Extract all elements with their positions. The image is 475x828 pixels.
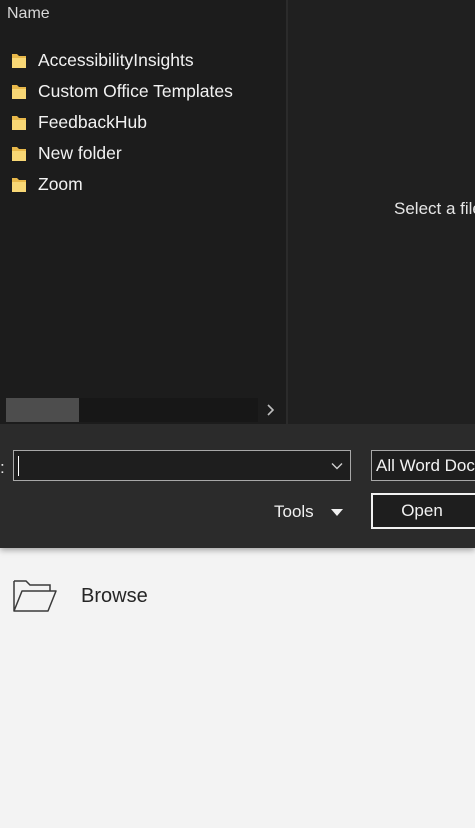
list-item[interactable]: Zoom <box>0 169 286 200</box>
filename-input[interactable] <box>13 450 351 481</box>
scrollbar-thumb[interactable] <box>6 398 79 422</box>
open-file-dialog: Name AccessibilityInsights Custom Office… <box>0 0 475 548</box>
column-header-name[interactable]: Name <box>7 5 50 23</box>
folder-icon <box>11 145 27 163</box>
text-caret <box>18 456 19 476</box>
list-item-label: FeedbackHub <box>38 112 147 132</box>
file-type-select[interactable]: All Word Documents <box>371 450 475 481</box>
tools-menu-button[interactable]: Tools <box>274 502 343 522</box>
list-item-label: Custom Office Templates <box>38 81 233 101</box>
preview-message: Select a file <box>394 199 475 218</box>
file-list-pane: Name AccessibilityInsights Custom Office… <box>0 0 286 424</box>
browse-label: Browse <box>81 584 148 607</box>
caret-down-icon <box>330 508 343 516</box>
list-item-label: Zoom <box>38 174 83 194</box>
file-list-rows: AccessibilityInsights Custom Office Temp… <box>0 45 286 200</box>
open-button[interactable]: Open <box>371 493 475 529</box>
list-item-label: AccessibilityInsights <box>38 50 194 70</box>
browse-button[interactable]: Browse <box>12 578 148 614</box>
folder-icon <box>11 176 27 194</box>
folder-icon <box>11 114 27 132</box>
folder-icon <box>11 52 27 70</box>
chevron-down-icon[interactable] <box>330 459 344 473</box>
list-item-label: New folder <box>38 143 122 163</box>
tools-label: Tools <box>274 502 314 521</box>
horizontal-scrollbar[interactable] <box>0 398 286 424</box>
preview-pane: Select a file <box>288 0 475 424</box>
list-item[interactable]: FeedbackHub <box>0 107 286 138</box>
list-item[interactable]: AccessibilityInsights <box>0 45 286 76</box>
filename-label: : <box>0 458 5 477</box>
list-item[interactable]: New folder <box>0 138 286 169</box>
folder-icon <box>11 83 27 101</box>
chevron-right-icon[interactable] <box>262 401 280 419</box>
dialog-bottom-bar: : All Word Documents Tools Open <box>0 424 475 548</box>
list-item[interactable]: Custom Office Templates <box>0 76 286 107</box>
open-folder-icon <box>12 578 58 614</box>
